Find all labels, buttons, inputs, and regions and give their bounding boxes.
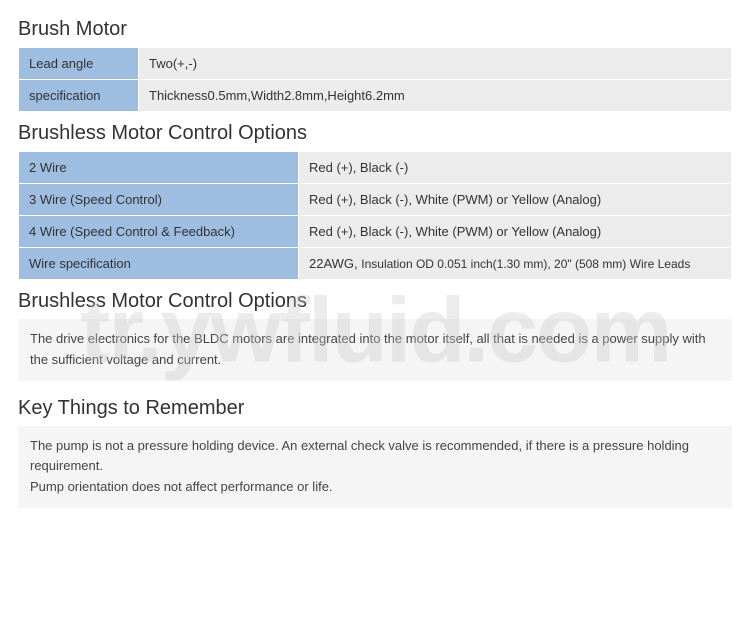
brushless-note-box: The drive electronics for the BLDC motor…	[18, 319, 732, 381]
wire-spec-detail: Insulation OD 0.051 inch(1.30 mm), 20" (…	[361, 257, 690, 271]
wire-spec-main: 22AWG,	[309, 256, 361, 271]
row-value: Two(+,-)	[139, 48, 732, 80]
row-label: 4 Wire (Speed Control & Feedback)	[19, 216, 299, 248]
brushless-options-title: Brushless Motor Control Options	[18, 122, 732, 145]
brushless-note-title: Brushless Motor Control Options	[18, 290, 732, 313]
table-row: Lead angle Two(+,-)	[19, 48, 732, 80]
table-row: 4 Wire (Speed Control & Feedback) Red (+…	[19, 216, 732, 248]
key-things-text1: The pump is not a pressure holding devic…	[30, 436, 720, 478]
row-label: specification	[19, 80, 139, 112]
key-things-title: Key Things to Remember	[18, 397, 732, 420]
table-row: Wire specification 22AWG, Insulation OD …	[19, 248, 732, 280]
key-things-box: The pump is not a pressure holding devic…	[18, 426, 732, 508]
table-row: specification Thickness0.5mm,Width2.8mm,…	[19, 80, 732, 112]
table-row: 3 Wire (Speed Control) Red (+), Black (-…	[19, 184, 732, 216]
key-things-text2: Pump orientation does not affect perform…	[30, 477, 720, 498]
row-value: Red (+), Black (-)	[299, 152, 732, 184]
table-row: 2 Wire Red (+), Black (-)	[19, 152, 732, 184]
brush-motor-table: Lead angle Two(+,-) specification Thickn…	[18, 47, 732, 112]
row-label: Lead angle	[19, 48, 139, 80]
row-value: 22AWG, Insulation OD 0.051 inch(1.30 mm)…	[299, 248, 732, 280]
row-value: Red (+), Black (-), White (PWM) or Yello…	[299, 184, 732, 216]
brushless-options-table: 2 Wire Red (+), Black (-) 3 Wire (Speed …	[18, 151, 732, 280]
row-value: Thickness0.5mm,Width2.8mm,Height6.2mm	[139, 80, 732, 112]
row-label: Wire specification	[19, 248, 299, 280]
row-label: 3 Wire (Speed Control)	[19, 184, 299, 216]
row-value: Red (+), Black (-), White (PWM) or Yello…	[299, 216, 732, 248]
row-label: 2 Wire	[19, 152, 299, 184]
brush-motor-title: Brush Motor	[18, 18, 732, 41]
